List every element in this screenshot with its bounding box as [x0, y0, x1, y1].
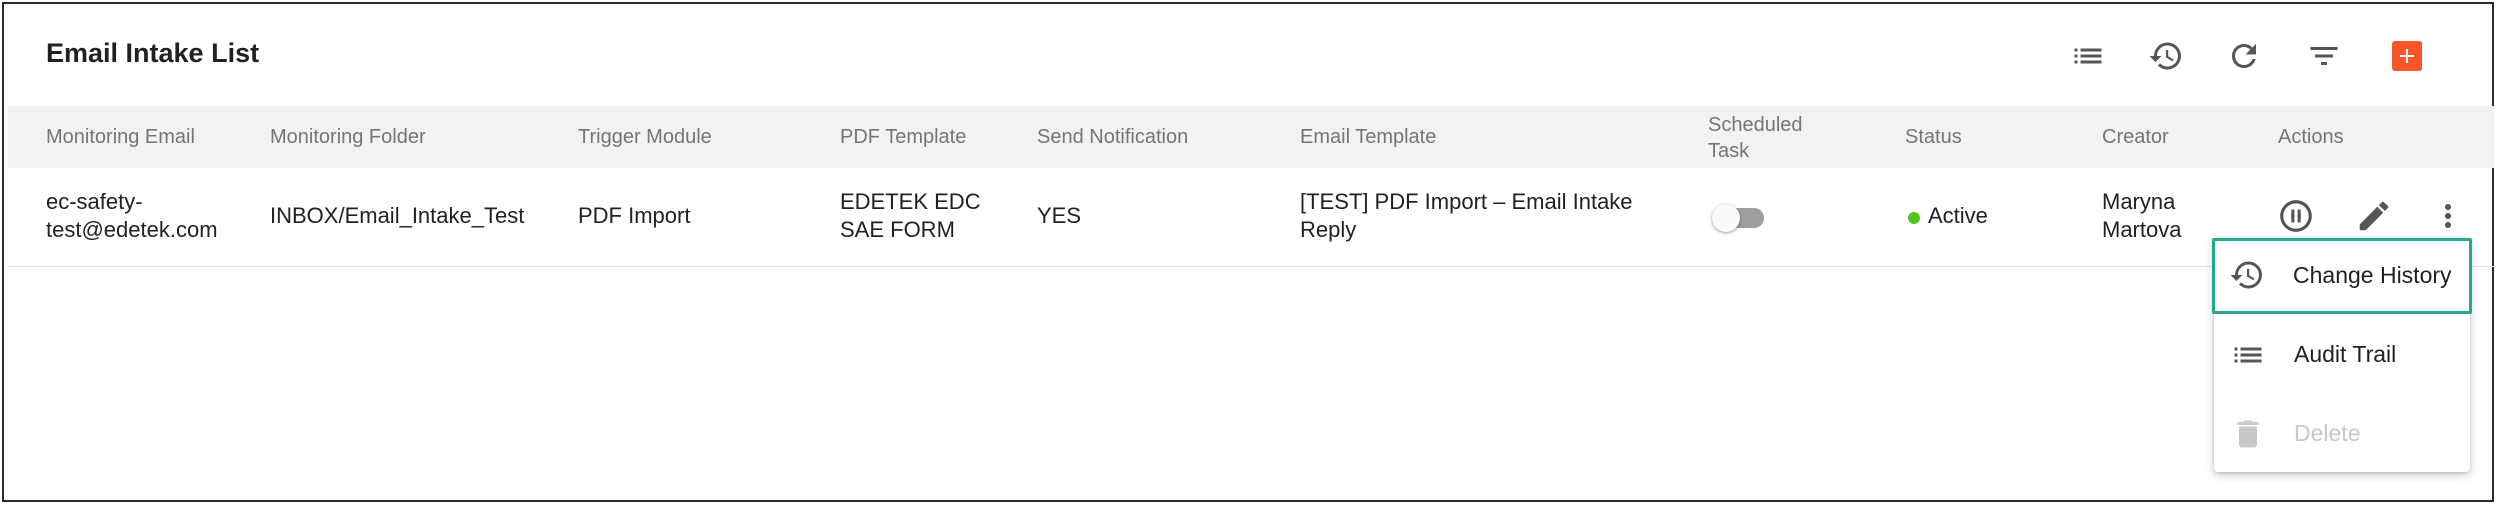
column-header-monitoring-email[interactable]: Monitoring Email	[46, 124, 195, 150]
row-actions-menu: Change History Audit Trail Delete	[2212, 238, 2472, 472]
column-header-monitoring-folder[interactable]: Monitoring Folder	[270, 124, 426, 150]
menu-item-label: Audit Trail	[2294, 341, 2397, 367]
table-header: Monitoring Email Monitoring Folder Trigg…	[8, 106, 2494, 168]
list-icon	[2230, 337, 2266, 373]
history-icon	[2149, 42, 2181, 70]
add-button[interactable]	[2392, 41, 2422, 71]
edit-button[interactable]	[2350, 192, 2398, 240]
cell-email-template: [TEST] PDF Import – Email Intake Reply	[1300, 189, 1633, 242]
more-vertical-icon	[2445, 204, 2451, 228]
filter-button[interactable]	[2300, 32, 2348, 80]
menu-item-label: Delete	[2294, 420, 2361, 446]
cell-status: Active	[1928, 203, 1988, 228]
scheduled-task-toggle[interactable]	[1712, 204, 1768, 232]
refresh-button[interactable]	[2220, 32, 2268, 80]
refresh-icon	[2232, 44, 2256, 68]
column-header-scheduled-task[interactable]: Scheduled Task	[1708, 112, 1818, 164]
column-header-pdf-template[interactable]: PDF Template	[840, 124, 966, 150]
column-header-actions: Actions	[2278, 126, 2344, 148]
cell-monitoring-email: ec-safety-test@edetek.com	[46, 189, 218, 242]
add-icon	[2400, 49, 2414, 63]
cell-monitoring-folder: INBOX/Email_Intake_Test	[270, 203, 525, 228]
list-view-button[interactable]	[2064, 32, 2112, 80]
column-header-email-template[interactable]: Email Template	[1300, 124, 1436, 150]
menu-item-audit-trail[interactable]: Audit Trail	[2214, 317, 2470, 393]
table-row[interactable]: ec-safety-test@edetek.com INBOX/Email_In…	[8, 168, 2494, 267]
page-title: Email Intake List	[46, 38, 260, 68]
menu-item-label: Change History	[2293, 262, 2452, 288]
trash-icon	[2230, 416, 2266, 452]
status-dot	[1908, 212, 1920, 224]
toggle-knob	[1712, 204, 1740, 232]
list-icon	[2074, 48, 2102, 64]
cell-pdf-template: EDETEK EDC SAE FORM	[840, 189, 981, 242]
email-intake-panel: Email Intake List Monitoring Email Monit…	[2, 2, 2494, 502]
cell-send-notification: YES	[1037, 203, 1082, 228]
cell-creator: Maryna Martova	[2102, 189, 2182, 242]
history-icon	[2229, 257, 2265, 293]
filter-icon	[2310, 47, 2338, 65]
pause-circle-icon	[2280, 200, 2312, 232]
column-header-creator[interactable]: Creator	[2102, 124, 2169, 150]
column-header-status[interactable]: Status	[1905, 124, 1962, 150]
pause-button[interactable]	[2272, 192, 2320, 240]
menu-item-delete: Delete	[2214, 396, 2470, 472]
menu-item-change-history[interactable]: Change History	[2212, 238, 2472, 314]
column-header-trigger-module[interactable]: Trigger Module	[578, 124, 712, 150]
pencil-icon	[2359, 201, 2389, 231]
column-header-send-notification[interactable]: Send Notification	[1037, 124, 1188, 150]
more-actions-button[interactable]	[2430, 192, 2466, 240]
history-button[interactable]	[2142, 32, 2190, 80]
cell-trigger-module: PDF Import	[578, 203, 691, 228]
